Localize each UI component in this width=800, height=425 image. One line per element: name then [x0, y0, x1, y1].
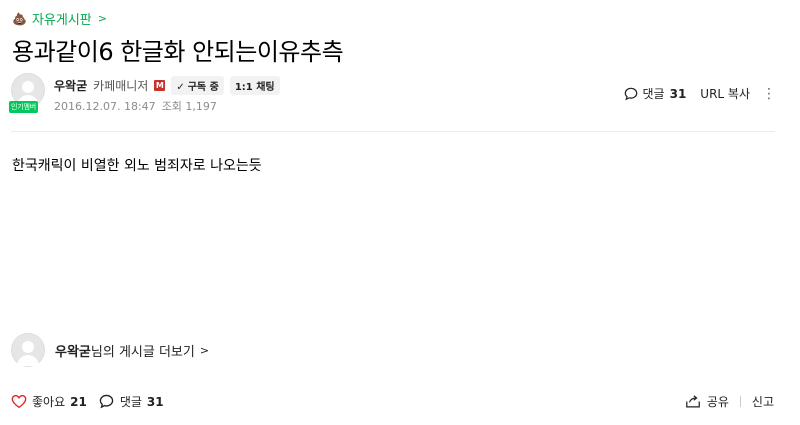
poop-icon: 💩 — [12, 11, 27, 26]
check-icon: ✓ — [176, 82, 185, 93]
popular-member-badge: 인기멤버 — [9, 101, 38, 113]
author-role: 카페매니저 — [93, 79, 149, 93]
more-posts-label: 님의 게시글 더보기 — [90, 344, 195, 360]
top-actions: 댓글 31 URL 복사 ⋮ — [624, 85, 776, 102]
post-body: 한국캐릭이 비열한 외노 범죄자로 나오는듯 — [12, 158, 262, 174]
like-count: 21 — [70, 394, 87, 409]
heart-icon[interactable] — [11, 394, 27, 409]
bottom-actions-left: 좋아요 21 댓글 31 — [11, 393, 176, 410]
chat-button[interactable]: 1:1 채팅 — [229, 76, 280, 95]
more-posts-link[interactable]: 우왁굳 님의 게시글 더보기 > — [11, 333, 209, 367]
subscribe-button[interactable]: ✓ 구독 중 — [171, 76, 224, 95]
chevron-right-icon: > — [199, 343, 210, 357]
chevron-right-icon: > — [97, 12, 107, 25]
author-row: 우왁굳 카페매니저 M ✓ 구독 중 1:1 채팅 — [54, 76, 280, 95]
divider — [11, 131, 775, 132]
comment-icon[interactable] — [99, 394, 114, 409]
subscribe-label: 구독 중 — [187, 82, 219, 93]
comment-icon[interactable] — [624, 87, 638, 101]
author-avatar-small[interactable] — [11, 333, 45, 367]
bottom-actions-right: 공유 신고 — [685, 393, 774, 410]
more-posts-author: 우왁굳 — [55, 344, 91, 360]
author-name[interactable]: 우왁굳 — [54, 77, 87, 94]
more-options-icon[interactable]: ⋮ — [762, 87, 776, 101]
post-date: 2016.12.07. 18:47 — [54, 100, 156, 113]
board-name: 자유게시판 — [31, 13, 92, 28]
manager-badge: M — [154, 80, 166, 91]
board-breadcrumb[interactable]: 💩 자유게시판 > — [12, 9, 107, 29]
post-meta: 2016.12.07. 18:47 조회 1,197 — [54, 98, 217, 114]
comment-count: 31 — [669, 86, 687, 101]
separator — [739, 396, 741, 407]
view-count: 조회 1,197 — [161, 100, 217, 113]
report-button[interactable]: 신고 — [752, 393, 774, 410]
comment-count-bottom: 31 — [146, 394, 164, 409]
share-icon[interactable] — [685, 394, 701, 409]
comment-button[interactable]: 댓글 — [643, 85, 665, 102]
url-copy-button[interactable]: URL 복사 — [700, 85, 750, 102]
page-title: 용과같이6 한글화 안되는이유추측 — [12, 38, 344, 66]
like-button[interactable]: 좋아요 — [32, 393, 65, 410]
share-button[interactable]: 공유 — [707, 393, 729, 410]
comment-button-bottom[interactable]: 댓글 — [120, 393, 142, 410]
